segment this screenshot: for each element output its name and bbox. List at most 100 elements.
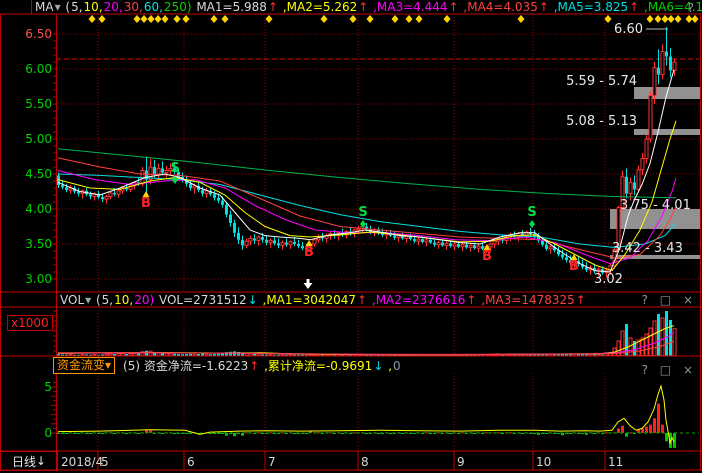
- flow-bar-out: [305, 433, 308, 434]
- period-selector[interactable]: 日线 ↓: [0, 451, 58, 471]
- signal-diamond: [668, 15, 675, 23]
- signal-diamond: [211, 15, 218, 23]
- signal-diamond: [99, 15, 106, 23]
- text-segment: 20,: [104, 0, 123, 14]
- text-segment: (: [96, 293, 101, 307]
- text-segment: 10,: [84, 0, 103, 14]
- candle-body-up: [417, 239, 420, 241]
- flow-bar-in: [269, 432, 272, 433]
- signal-diamond: [416, 15, 423, 23]
- signal-diamond: [444, 15, 451, 23]
- flow-values-text[interactable]: (5) 资金净流=-1.6223↑ ,累计净流=-0.9691↓ ,0: [123, 357, 402, 374]
- flow-bar-out: [293, 433, 296, 434]
- signal-diamond: [174, 15, 181, 23]
- flow-bar-out: [365, 433, 368, 434]
- text-segment: ↑: [357, 293, 367, 307]
- text-segment: ↓: [373, 359, 383, 373]
- ma-values-text[interactable]: MA▾ (5,10,20,30,60,250) MA1=5.988↑ ,MA2=…: [35, 0, 702, 14]
- volume-bar-up: [149, 351, 152, 355]
- flow-bar-out: [557, 433, 560, 434]
- volume-bar-down: [657, 314, 660, 356]
- candle-body-down: [89, 194, 92, 196]
- candle-body-down: [213, 194, 216, 198]
- flow-bar-in: [281, 432, 284, 433]
- flow-bar-in: [661, 425, 664, 433]
- sell-marker: S: [527, 205, 536, 220]
- flow-bar-out: [473, 433, 476, 434]
- help-icon[interactable]: ?: [688, 1, 694, 15]
- vol-ma-line-VMA20: [58, 341, 674, 354]
- signal-diamond: [350, 15, 357, 23]
- flow-bar-out: [533, 433, 536, 434]
- text-segment: ,: [384, 359, 392, 373]
- signal-diamond: [148, 15, 155, 23]
- flow-bar-out: [113, 433, 116, 434]
- panel-window-icons[interactable]: ? □ ×: [642, 293, 697, 307]
- candle-body-down: [669, 56, 672, 70]
- candle-body-down: [441, 243, 444, 246]
- candle-body-down: [65, 187, 68, 190]
- candle-body-down: [113, 193, 116, 194]
- candle-body-up: [649, 96, 652, 139]
- text-segment: ,MA5=3.825: [550, 0, 628, 14]
- flow-bar-out: [341, 433, 344, 434]
- flow-bar-out: [209, 433, 212, 434]
- flow-bar-in: [657, 404, 660, 433]
- candle-body-up: [645, 139, 648, 159]
- money-flow-selector[interactable]: 资金流变▾: [53, 357, 115, 374]
- flow-bar-in: [629, 432, 632, 433]
- flow-bar-in: [245, 432, 248, 433]
- candle-body-down: [253, 238, 256, 240]
- volume-bar-up: [661, 318, 664, 356]
- price-axis-label: 3.00: [25, 272, 52, 286]
- candle-body-up: [105, 196, 108, 199]
- flow-bar-in: [605, 432, 608, 433]
- month-label: 9: [457, 455, 465, 469]
- text-segment: ↑: [449, 0, 459, 14]
- text-segment: 250): [164, 0, 192, 14]
- text-segment: 60,: [144, 0, 163, 14]
- text-segment: ↑: [466, 293, 476, 307]
- signal-diamond: [692, 15, 699, 23]
- flow-bar-in: [149, 431, 152, 433]
- volume-bar-down: [665, 311, 668, 356]
- flow-bar-out: [521, 433, 524, 434]
- candle-body-up: [549, 247, 552, 249]
- text-segment: (: [65, 0, 70, 14]
- candle-body-up: [469, 245, 472, 247]
- signal-diamond: [134, 15, 141, 23]
- candle-body-down: [393, 236, 396, 238]
- flow-bar-in: [485, 432, 488, 433]
- candle-body-up: [673, 62, 676, 70]
- flow-bar-out: [233, 433, 236, 436]
- price-axis-label: 6.50: [25, 27, 52, 41]
- text-segment: VOL: [60, 293, 84, 307]
- panel-window-icons[interactable]: ? □ ×: [642, 363, 697, 377]
- flow-axis-label: 5: [44, 380, 52, 394]
- money-flow-label: 资金流变: [57, 358, 105, 372]
- candle-body-down: [473, 245, 476, 248]
- signal-diamond: [686, 15, 693, 23]
- candle-body-up: [661, 52, 664, 75]
- price-axis-label: 3.50: [25, 237, 52, 251]
- flow-bar-out: [449, 433, 452, 434]
- flow-bar-out: [389, 433, 392, 434]
- candle-body-up: [453, 244, 456, 246]
- sell-marker: S: [170, 161, 179, 176]
- vol-values-text[interactable]: VOL▾ (5,10,20) VOL=2731512↓ ,MA1=3042047…: [60, 293, 587, 307]
- signal-diamond: [141, 15, 148, 23]
- flow-bar-out: [581, 433, 584, 434]
- candle-body-up: [445, 243, 448, 245]
- stock-app-window: BBBBSSS6.605.59 - 5.745.08 - 5.133.75 - …: [0, 0, 702, 473]
- candle-body-down: [225, 205, 228, 215]
- flow-bar-out: [625, 433, 628, 437]
- candle-body-up: [637, 170, 640, 190]
- chart-canvas[interactable]: BBBBSSS6.605.59 - 5.745.08 - 5.133.75 - …: [0, 0, 702, 473]
- candle-body-down: [433, 243, 436, 245]
- signal-diamond: [518, 15, 525, 23]
- flow-bar-in: [645, 427, 648, 433]
- volume-bar-up: [649, 328, 652, 356]
- text-segment: ,MA2=2376616: [368, 293, 465, 307]
- candle-body-down: [285, 243, 288, 245]
- signal-diamond: [392, 15, 399, 23]
